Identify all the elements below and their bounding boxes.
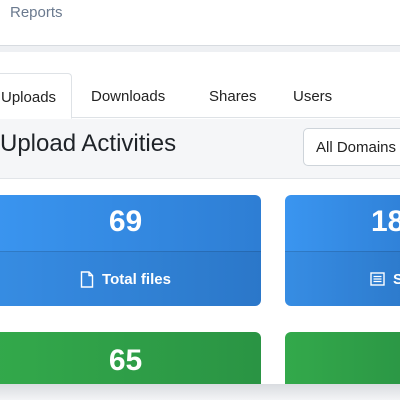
reports-panel: Uploads Downloads Shares Users Upload Ac… — [0, 52, 400, 387]
tab-downloads[interactable]: Downloads — [91, 73, 165, 119]
tab-users[interactable]: Users — [293, 73, 332, 119]
card-value: 65 — [108, 344, 143, 377]
file-icon — [80, 270, 94, 288]
section-title: Upload Activities — [0, 130, 177, 157]
domain-select[interactable]: All Domains — [303, 128, 400, 166]
card-label: S — [393, 270, 400, 288]
card-footer[interactable]: Total files — [0, 251, 261, 306]
total-files-card: 69 Total files — [0, 195, 261, 306]
card-value: 69 — [108, 205, 143, 238]
card-value: 18 — [371, 205, 400, 238]
card-footer[interactable]: S — [285, 251, 400, 306]
green-stat-card-2 — [285, 332, 400, 387]
breadcrumb[interactable]: Reports — [10, 4, 63, 21]
section-header: Upload Activities All Domains — [0, 119, 400, 179]
second-stat-card: 18 S — [285, 195, 400, 306]
tab-shares[interactable]: Shares — [209, 73, 257, 119]
list-icon — [370, 272, 385, 286]
card-label: Total files — [102, 270, 171, 288]
tab-uploads[interactable]: Uploads — [0, 73, 72, 119]
top-bar: Reports — [0, 0, 400, 46]
green-stat-card: 65 — [0, 332, 261, 387]
tab-bar: Uploads Downloads Shares Users — [0, 52, 400, 119]
page-bottom-shadow — [0, 384, 400, 400]
